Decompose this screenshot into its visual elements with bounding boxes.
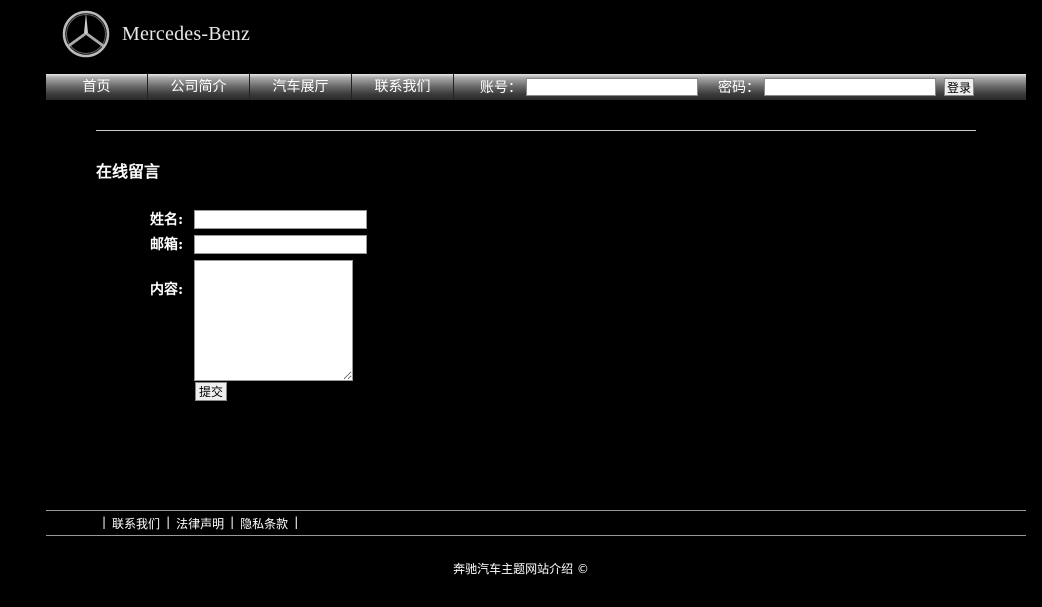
footer-separator: | xyxy=(230,515,235,529)
message-form: 姓名: 邮箱: 内容: xyxy=(150,210,367,386)
account-input[interactable] xyxy=(526,78,698,96)
copyright-text: 奔驰汽车主题网站介绍 © xyxy=(453,562,589,576)
email-input[interactable] xyxy=(194,235,367,254)
page-title: 在线留言 xyxy=(96,162,161,181)
footer-link-contact[interactable]: 联系我们 xyxy=(112,515,160,532)
content-textarea[interactable] xyxy=(194,260,353,381)
email-label: 邮箱: xyxy=(150,237,184,253)
name-input[interactable] xyxy=(194,210,367,229)
name-label: 姓名: xyxy=(150,212,184,228)
header-logo[interactable]: Mercedes-Benz xyxy=(62,10,250,58)
nav-item-showroom[interactable]: 汽车展厅 xyxy=(250,74,352,100)
submit-button[interactable]: 提交 xyxy=(195,382,228,401)
content-label: 内容: xyxy=(150,282,184,298)
password-label: 密码： xyxy=(718,80,760,96)
nav-item-about[interactable]: 公司简介 xyxy=(148,74,250,100)
footer-links: | 联系我们 | 法律声明 | 隐私条款 | xyxy=(96,515,304,532)
top-nav: 首页 公司简介 汽车展厅 联系我们 账号： 密码： 登录 xyxy=(46,74,1026,100)
footer-divider-bottom xyxy=(46,535,1026,536)
footer-divider-top xyxy=(46,510,1026,511)
account-label: 账号： xyxy=(480,80,522,96)
divider xyxy=(96,130,976,131)
brand-name: Mercedes-Benz xyxy=(122,22,251,45)
footer-separator: | xyxy=(166,515,171,529)
footer-link-privacy[interactable]: 隐私条款 xyxy=(240,515,288,532)
footer-separator: | xyxy=(102,515,107,529)
login-bar: 账号： 密码： 登录 xyxy=(480,77,975,97)
login-button[interactable]: 登录 xyxy=(944,78,975,96)
footer-separator: | xyxy=(294,515,299,529)
nav-item-contact[interactable]: 联系我们 xyxy=(352,74,454,100)
password-input[interactable] xyxy=(764,78,936,96)
mercedes-star-icon xyxy=(62,10,110,58)
footer-link-legal[interactable]: 法律声明 xyxy=(176,515,224,532)
nav-item-home[interactable]: 首页 xyxy=(46,74,148,100)
